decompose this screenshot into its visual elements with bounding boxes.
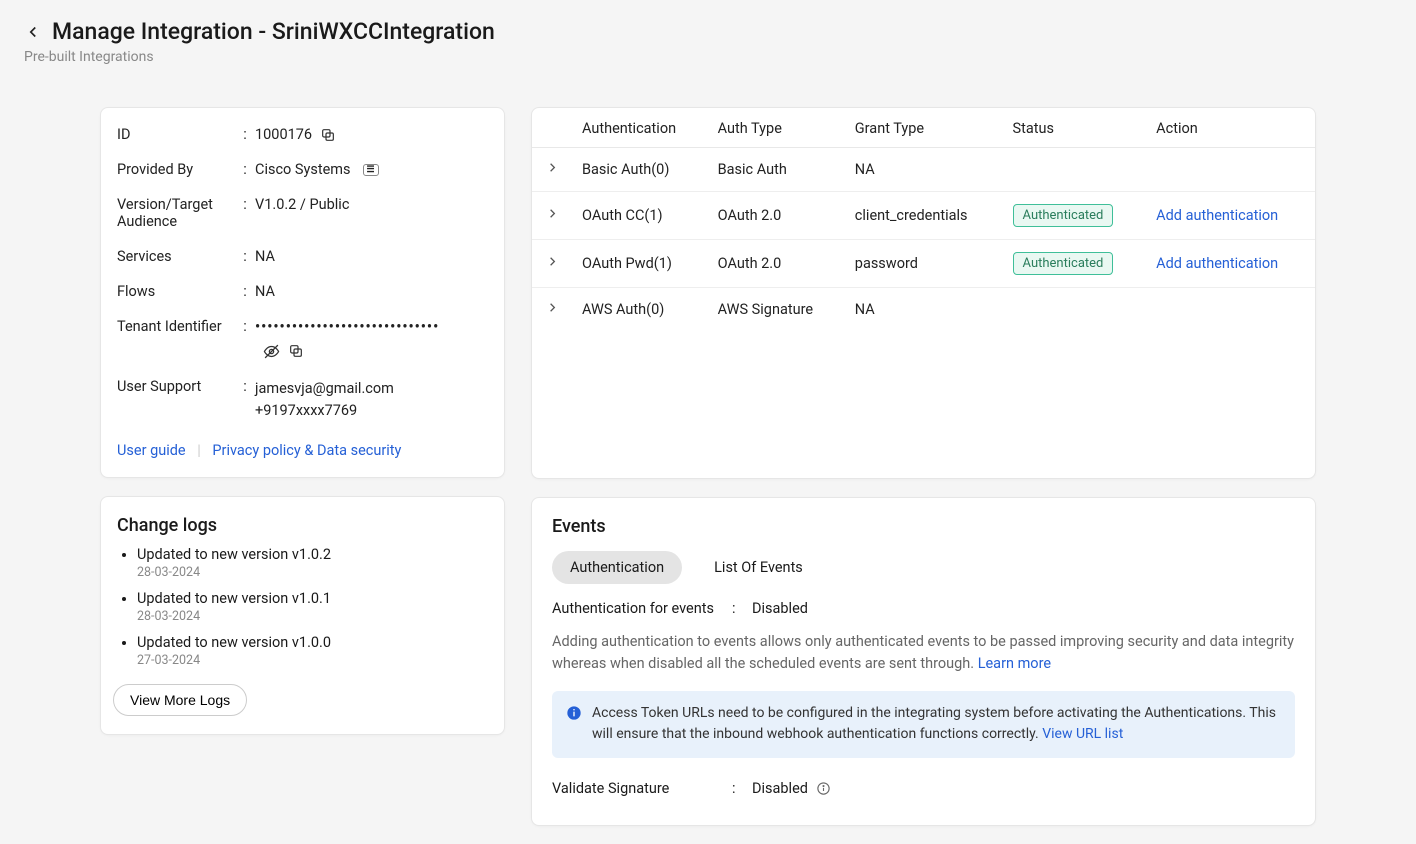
add-authentication-link[interactable]: Add authentication [1156,255,1278,272]
tenant-value: •••••••••••••••••••••••••••••• [255,318,439,335]
status-badge: Authenticated [1013,204,1114,227]
back-icon[interactable] [24,23,42,41]
auth-card: Authentication Auth Type Grant Type Stat… [531,107,1316,479]
privacy-link[interactable]: Privacy policy & Data security [212,442,401,459]
info-icon [566,705,582,729]
col-grant-type: Grant Type [845,108,1003,148]
auth-type: Basic Auth [708,148,845,192]
chevron-right-icon[interactable] [545,300,560,315]
grant-type: password [845,240,1003,288]
provided-by-label: Provided By [117,161,235,178]
chevron-right-icon[interactable] [545,160,560,175]
view-more-logs-button[interactable]: View More Logs [113,684,247,716]
col-status: Status [1003,108,1147,148]
tab-list-of-events[interactable]: List Of Events [696,551,821,584]
services-label: Services [117,248,235,265]
tenant-label: Tenant Identifier [117,318,235,335]
auth-type: OAuth 2.0 [708,192,845,240]
col-auth-type: Auth Type [708,108,845,148]
version-value: V1.0.2 / Public [255,196,349,213]
id-label: ID [117,126,235,143]
flows-label: Flows [117,283,235,300]
version-label: Version/Target Audience [117,196,235,230]
validate-signature-label: Validate Signature [552,780,732,797]
col-authentication: Authentication [572,108,708,148]
grant-type: NA [845,148,1003,192]
support-phone: +9197xxxx7769 [255,400,488,422]
support-email: jamesvja@gmail.com [255,378,488,400]
auth-name: OAuth CC(1) [572,192,708,240]
user-guide-link[interactable]: User guide [117,442,186,459]
flows-value: NA [255,283,275,300]
copy-icon[interactable] [320,127,336,143]
auth-type: AWS Signature [708,288,845,332]
info-alert: Access Token URLs need to be configured … [552,691,1295,758]
log-item: Updated to new version v1.0.1 28-03-2024 [137,590,492,624]
add-authentication-link[interactable]: Add authentication [1156,207,1278,224]
events-title: Events [552,516,1295,537]
auth-name: Basic Auth(0) [572,148,708,192]
info-card: ID : 1000176 Provided By : Cisco Systems… [100,107,505,478]
auth-for-events-value: Disabled [752,600,1295,617]
validate-signature-value: Disabled [752,780,808,797]
eye-off-icon[interactable] [263,343,280,360]
services-value: NA [255,248,275,265]
log-item: Updated to new version v1.0.2 28-03-2024 [137,546,492,580]
auth-type: OAuth 2.0 [708,240,845,288]
col-action: Action [1146,108,1315,148]
auth-name: AWS Auth(0) [572,288,708,332]
auth-name: OAuth Pwd(1) [572,240,708,288]
auth-table: Authentication Auth Type Grant Type Stat… [532,108,1315,331]
events-description: Adding authentication to events allows o… [552,631,1295,675]
view-url-list-link[interactable]: View URL list [1042,726,1123,742]
page-subtitle: Pre-built Integrations [24,49,1392,65]
page-title: Manage Integration - SriniWXCCIntegratio… [52,18,495,45]
table-row: OAuth Pwd(1)OAuth 2.0password Authenticat… [532,240,1315,288]
table-row: AWS Auth(0)AWS SignatureNA [532,288,1315,332]
vendor-badge-icon: ☰ [363,164,379,176]
info-circle-icon[interactable] [816,781,831,796]
changelog-card: Change logs Updated to new version v1.0.… [100,496,505,735]
provided-by-value: Cisco Systems [255,161,351,178]
auth-for-events-label: Authentication for events [552,600,732,617]
grant-type: client_credentials [845,192,1003,240]
grant-type: NA [845,288,1003,332]
status-badge: Authenticated [1013,252,1114,275]
chevron-right-icon[interactable] [545,254,560,269]
log-item: Updated to new version v1.0.0 27-03-2024 [137,634,492,668]
support-label: User Support [117,378,235,395]
copy-icon[interactable] [288,343,304,360]
learn-more-link[interactable]: Learn more [978,655,1051,672]
events-card: Events Authentication List Of Events Aut… [531,497,1316,826]
tab-authentication[interactable]: Authentication [552,551,682,584]
table-row: Basic Auth(0)Basic AuthNA [532,148,1315,192]
chevron-right-icon[interactable] [545,206,560,221]
table-row: OAuth CC(1)OAuth 2.0client_credentials Au… [532,192,1315,240]
changelog-title: Change logs [117,515,492,536]
id-value: 1000176 [255,126,312,143]
